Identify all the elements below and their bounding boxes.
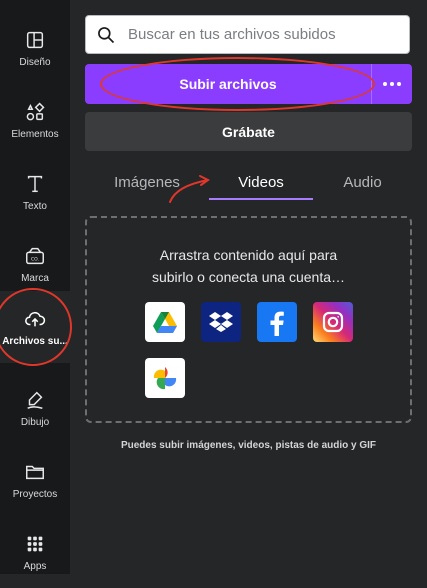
sidebar-item-proyectos[interactable]: Proyectos [0, 444, 70, 516]
sidebar-item-label: Diseño [19, 56, 51, 68]
facebook-button[interactable] [257, 302, 297, 342]
upload-row: Subir archivos [85, 64, 412, 104]
search-input[interactable] [126, 25, 400, 44]
tab-videos[interactable]: Videos [209, 164, 313, 200]
sidebar-item-label: Elementos [11, 128, 59, 140]
shapes-icon [26, 101, 45, 120]
search-icon [98, 26, 115, 43]
sidebar-item-diseno[interactable]: Diseño [0, 12, 70, 84]
sidebar-item-label: Archivos su... [2, 335, 68, 347]
upload-files-button[interactable]: Subir archivos [85, 64, 371, 104]
more-options-button[interactable] [371, 64, 412, 104]
media-tabs: Imágenes Videos Audio [85, 164, 412, 200]
instagram-button[interactable] [313, 302, 353, 342]
upload-hint: Puedes subir imágenes, videos, pistas de… [120, 440, 377, 451]
tab-imagenes[interactable]: Imágenes [85, 164, 209, 200]
dropbox-icon [209, 312, 233, 332]
sidebar-item-label: Texto [23, 200, 47, 212]
brand-icon: CO. [26, 247, 44, 264]
dropbox-button[interactable] [201, 302, 241, 342]
more-dots-icon [383, 82, 401, 86]
text-icon [27, 175, 43, 192]
tab-audio[interactable]: Audio [313, 164, 412, 200]
sidebar-item-dibujo[interactable]: Dibujo [0, 372, 70, 444]
active-tab-indicator [209, 198, 313, 200]
folder-icon [26, 465, 44, 479]
draw-icon [27, 391, 43, 409]
sidebar-item-label: Dibujo [20, 416, 50, 428]
instagram-icon [322, 311, 344, 333]
sidebar-item-elementos[interactable]: Elementos [0, 84, 70, 156]
sidebar-item-archivos-subidos[interactable]: Archivos su... [0, 291, 70, 363]
sidebar-rail: Diseño Elementos Texto CO. Marca Archivo… [0, 0, 70, 574]
drop-text-line2: subirlo o conecta una cuenta… [151, 269, 345, 285]
record-yourself-button[interactable]: Grábate [85, 112, 412, 151]
google-drive-icon [153, 312, 177, 333]
search-box[interactable] [85, 15, 410, 54]
sidebar-item-apps[interactable]: Apps [0, 516, 70, 588]
drop-zone[interactable]: Arrastra contenido aquí para subirlo o c… [85, 216, 412, 423]
record-label: Grábate [222, 123, 275, 140]
drop-instructions: Arrastra contenido aquí para subirlo o c… [87, 244, 410, 288]
facebook-icon [270, 311, 284, 336]
svg-text:CO.: CO. [31, 256, 39, 262]
sidebar-item-label: Proyectos [12, 488, 58, 500]
drop-text-line1: Arrastra contenido aquí para [159, 247, 338, 263]
google-drive-button[interactable] [145, 302, 185, 342]
layout-icon [26, 31, 44, 48]
cloud-upload-icon [25, 311, 46, 326]
upload-files-label: Subir archivos [179, 76, 277, 92]
uploads-panel: Subir archivos Grábate Imágenes Videos A… [70, 0, 427, 574]
sidebar-item-label: Marca [21, 272, 49, 284]
sidebar-item-marca[interactable]: CO. Marca [0, 228, 70, 300]
google-photos-icon [153, 367, 177, 390]
google-photos-button[interactable] [145, 358, 185, 398]
apps-grid-icon [27, 536, 43, 551]
sidebar-item-texto[interactable]: Texto [0, 156, 70, 228]
sidebar-item-label: Apps [23, 560, 47, 572]
